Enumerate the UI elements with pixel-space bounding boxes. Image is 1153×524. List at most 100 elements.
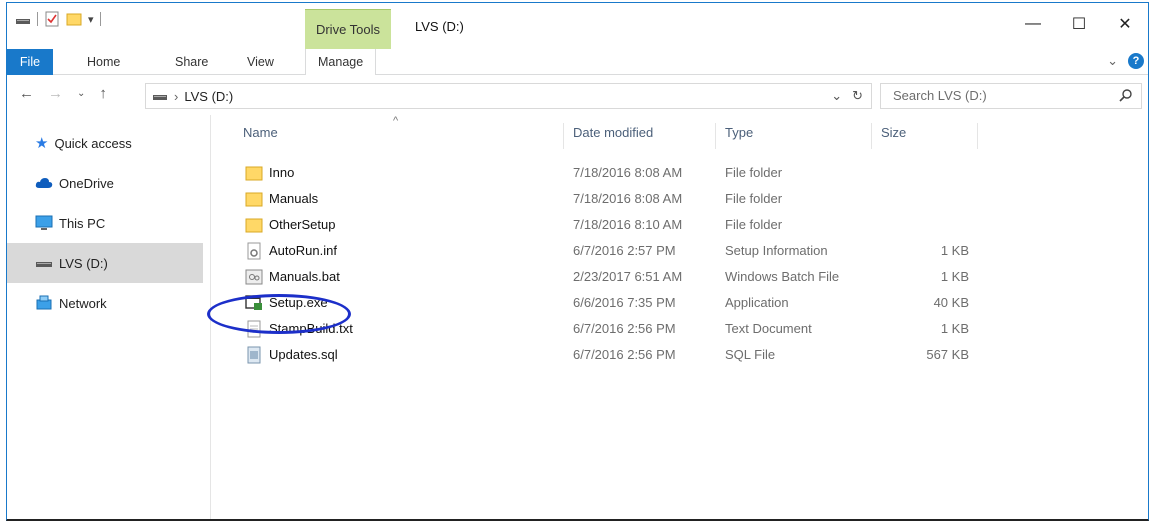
folder-icon <box>245 192 263 207</box>
nav-item-lvs-drive[interactable]: LVS (D:) <box>7 243 203 283</box>
breadcrumb-location[interactable]: LVS (D:) <box>184 89 233 104</box>
nav-item-label: Quick access <box>54 135 132 151</box>
file-name: Updates.sql <box>269 347 338 362</box>
star-icon: ★ <box>35 135 49 152</box>
tab-view[interactable]: View <box>247 49 274 75</box>
file-row[interactable]: Manuals.bat 2/23/2017 6:51 AM Windows Ba… <box>217 265 997 291</box>
address-dropdown-icon[interactable]: ⌄ <box>831 88 842 104</box>
drive-icon[interactable] <box>15 12 31 26</box>
minimize-button[interactable]: — <box>1010 9 1056 39</box>
address-bar[interactable]: › LVS (D:) ⌄ ↻ <box>145 83 872 109</box>
drive-icon <box>153 95 167 100</box>
customize-toolbar-icon[interactable]: ▾ <box>88 13 94 26</box>
forward-arrow-icon[interactable]: → <box>48 85 63 102</box>
refresh-icon[interactable]: ↻ <box>852 88 863 104</box>
column-divider[interactable] <box>563 123 564 149</box>
navigation-pane: ★ Quick access OneDrive This PC LVS (D:)… <box>7 123 207 323</box>
drive-icon <box>36 262 52 267</box>
sort-ascending-icon: ^ <box>393 115 399 127</box>
column-header-date-modified[interactable]: Date modified <box>573 125 653 140</box>
tab-manage[interactable]: Manage <box>305 49 377 75</box>
file-row[interactable]: Manuals 7/18/2016 8:08 AM File folder <box>217 187 997 213</box>
tab-file[interactable]: File <box>7 49 53 75</box>
properties-icon[interactable] <box>44 11 60 27</box>
nav-item-onedrive[interactable]: OneDrive <box>7 163 207 203</box>
nav-item-label: OneDrive <box>59 175 114 191</box>
batch-file-icon <box>245 269 263 285</box>
ribbon-right-controls: ⌄ ? <box>1107 53 1144 69</box>
cloud-icon <box>35 178 53 188</box>
file-name: Inno <box>269 165 295 180</box>
ribbon-collapse-icon[interactable]: ⌄ <box>1107 53 1118 69</box>
file-type: File folder <box>725 191 783 206</box>
column-header-type[interactable]: Type <box>725 125 753 140</box>
file-type: Application <box>725 295 789 310</box>
search-input[interactable]: Search LVS (D:) <box>880 83 1142 109</box>
computer-icon <box>35 215 53 230</box>
network-icon <box>36 295 52 310</box>
column-divider[interactable] <box>977 123 978 149</box>
tab-share[interactable]: Share <box>175 49 208 75</box>
nav-item-quick-access[interactable]: ★ Quick access <box>7 123 207 163</box>
column-divider[interactable] <box>871 123 872 149</box>
sql-file-icon <box>247 346 261 364</box>
nav-item-label: Network <box>59 295 107 311</box>
column-header-name[interactable]: Name <box>243 125 278 140</box>
file-date: 6/7/2016 2:56 PM <box>573 321 676 336</box>
address-row: ← → ⌄ ↑ › LVS (D:) ⌄ ↻ Search LVS (D:) <box>7 81 1148 111</box>
file-row[interactable]: AutoRun.inf 6/7/2016 2:57 PM Setup Infor… <box>217 239 997 265</box>
file-row[interactable]: Inno 7/18/2016 8:08 AM File folder <box>217 161 997 187</box>
close-button[interactable]: ✕ <box>1102 9 1148 39</box>
file-date: 6/7/2016 2:57 PM <box>573 243 676 258</box>
window-title: LVS (D:) <box>415 19 464 34</box>
file-date: 7/18/2016 8:08 AM <box>573 165 683 180</box>
nav-item-this-pc[interactable]: This PC <box>7 203 207 243</box>
file-row[interactable]: Updates.sql 6/7/2016 2:56 PM SQL File 56… <box>217 343 997 369</box>
back-arrow-icon[interactable]: ← <box>19 85 34 102</box>
file-type: File folder <box>725 165 783 180</box>
file-name: OtherSetup <box>269 217 336 232</box>
navigation-buttons: ← → ⌄ ↑ <box>19 85 107 102</box>
file-name: AutoRun.inf <box>269 243 337 258</box>
file-size: 1 KB <box>940 269 969 284</box>
file-row[interactable]: OtherSetup 7/18/2016 8:10 AM File folder <box>217 213 997 239</box>
quick-access-toolbar: ▾ <box>15 11 101 27</box>
highlight-ellipse <box>207 294 351 334</box>
up-arrow-icon[interactable]: ↑ <box>99 85 107 102</box>
title-bar: ▾ Drive Tools LVS (D:) — ☐ ✕ <box>7 3 1148 49</box>
search-placeholder: Search LVS (D:) <box>893 88 987 103</box>
nav-item-label: LVS (D:) <box>59 255 108 271</box>
folder-icon <box>245 166 263 181</box>
settings-file-icon <box>247 242 261 260</box>
file-type: Text Document <box>725 321 812 336</box>
explorer-window: ▾ Drive Tools LVS (D:) — ☐ ✕ File Home S… <box>6 2 1149 521</box>
tab-home[interactable]: Home <box>87 49 120 75</box>
column-header-size[interactable]: Size <box>881 125 906 140</box>
folder-icon <box>245 218 263 233</box>
nav-item-network[interactable]: Network <box>7 283 207 323</box>
file-type: File folder <box>725 217 783 232</box>
ribbon-tabs: File Home Share View Manage ⌄ ? <box>7 49 1148 75</box>
file-date: 2/23/2017 6:51 AM <box>573 269 683 284</box>
file-size: 1 KB <box>940 243 969 258</box>
file-date: 6/6/2016 7:35 PM <box>573 295 676 310</box>
file-type: SQL File <box>725 347 776 362</box>
file-size: 40 KB <box>933 295 969 310</box>
toolbar-separator <box>99 12 101 26</box>
file-name: Manuals.bat <box>269 269 340 284</box>
help-icon[interactable]: ? <box>1128 53 1144 69</box>
file-date: 7/18/2016 8:10 AM <box>573 217 683 232</box>
file-type: Setup Information <box>725 243 828 258</box>
column-divider[interactable] <box>715 123 716 149</box>
file-date: 6/7/2016 2:56 PM <box>573 347 676 362</box>
search-icon[interactable] <box>1119 88 1133 102</box>
maximize-button[interactable]: ☐ <box>1056 9 1102 39</box>
file-name: Manuals <box>269 191 319 206</box>
new-folder-icon[interactable] <box>66 11 82 27</box>
window-controls: — ☐ ✕ <box>1010 9 1148 39</box>
recent-locations-icon[interactable]: ⌄ <box>77 88 85 99</box>
path-separator-icon[interactable]: › <box>174 89 178 104</box>
drive-tools-context-label: Drive Tools <box>305 9 391 49</box>
address-bar-actions: ⌄ ↻ <box>831 88 863 104</box>
file-date: 7/18/2016 8:08 AM <box>573 191 683 206</box>
